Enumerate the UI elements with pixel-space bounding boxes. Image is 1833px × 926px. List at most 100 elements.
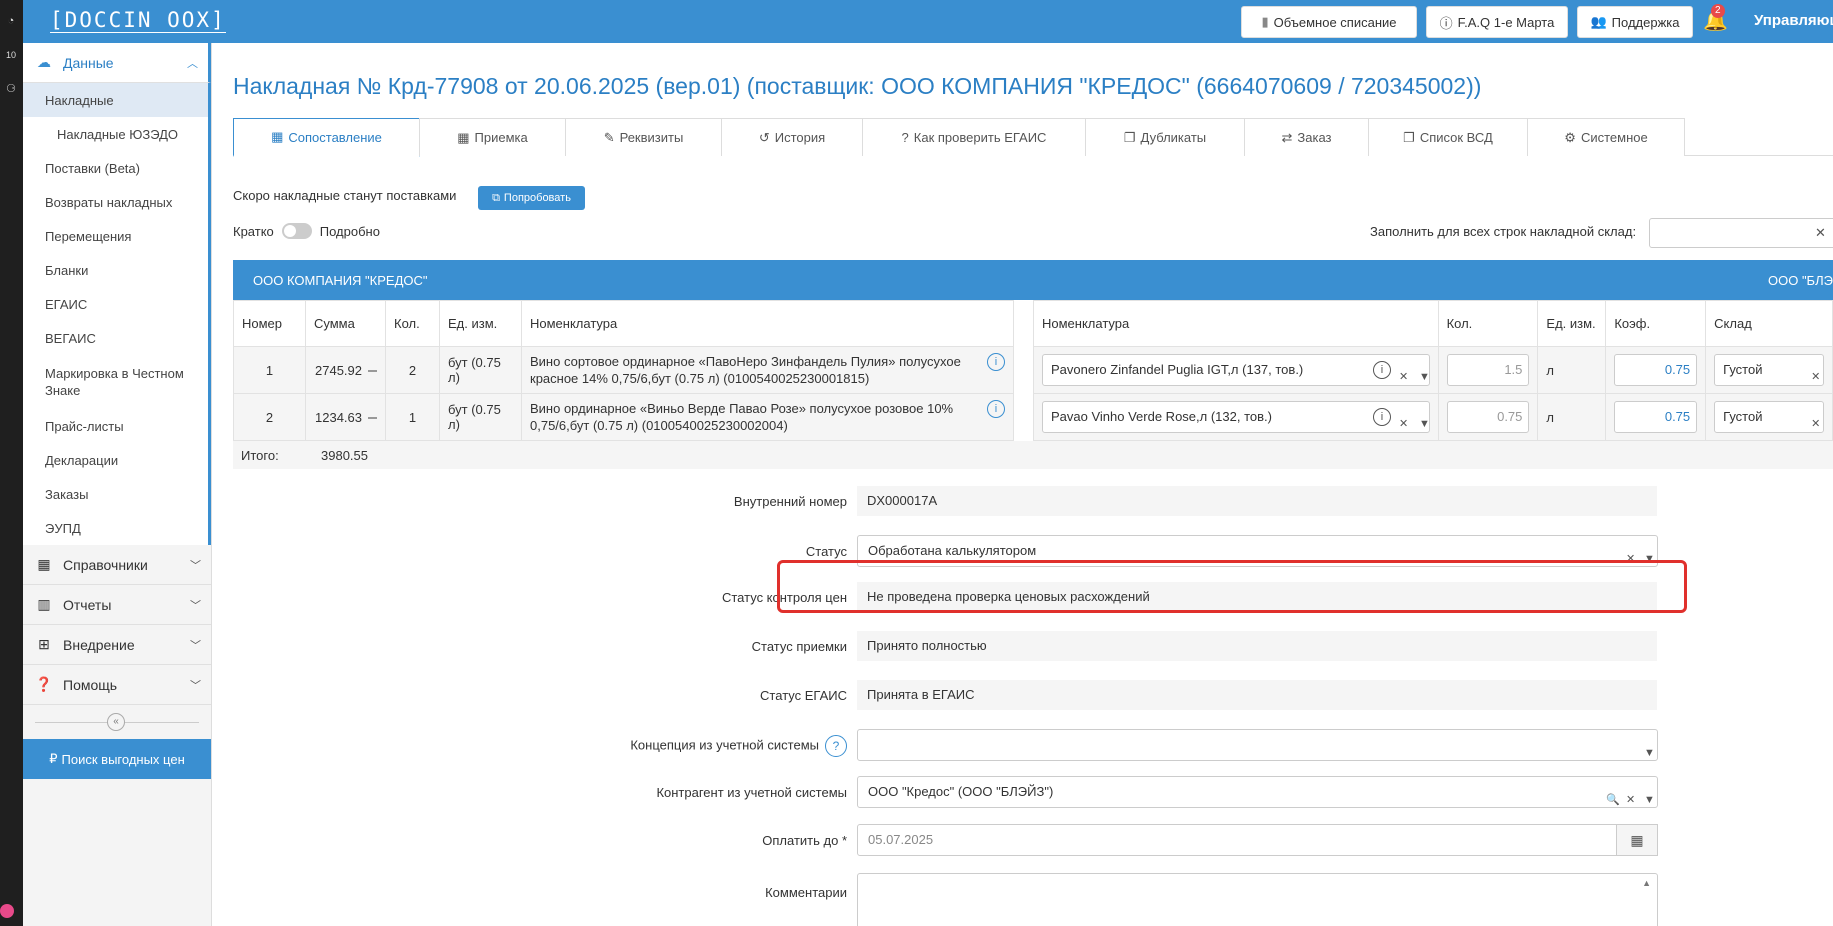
info-icon[interactable]: i bbox=[1373, 361, 1391, 379]
minus-icon[interactable] bbox=[368, 370, 377, 373]
parties-header: ООО КОМПАНИЯ "КРЕДОС" ООО "БЛЭЙЗ" bbox=[233, 260, 1833, 300]
coef-input[interactable]: 0.75 bbox=[1614, 401, 1698, 433]
dropdown-arrow-icon[interactable]: ▼ bbox=[1419, 362, 1429, 385]
clear-icon[interactable]: ✕ bbox=[1399, 409, 1408, 432]
dropdown-arrow-icon[interactable]: ▼ bbox=[1419, 409, 1429, 432]
clear-icon[interactable]: ✕ bbox=[1811, 409, 1820, 432]
external-link-icon: ⧉ bbox=[492, 191, 500, 204]
row-warehouse-cell: Густой ✕ bbox=[1705, 393, 1833, 441]
sidebar-section-references[interactable]: ▦ Справочники ﹀ bbox=[23, 545, 211, 585]
sidebar-section-data[interactable]: ☁ Данные ︿ bbox=[23, 43, 211, 83]
sidebar-item-marking[interactable]: Маркировка в Честном Знаке bbox=[23, 355, 211, 409]
row-coef-cell: 0.75 bbox=[1605, 393, 1707, 441]
dropdown-arrow-icon[interactable]: ▼ bbox=[1644, 738, 1655, 768]
question-icon[interactable]: ? bbox=[825, 735, 847, 757]
sidebar-item-invoices[interactable]: Накладные bbox=[23, 83, 211, 117]
calendar-icon[interactable]: 10 bbox=[2, 46, 20, 64]
nomenclature-select[interactable]: Pavonero Zinfandel Puglia IGT,л (137, то… bbox=[1042, 354, 1430, 386]
buyer-name: ООО "БЛЭЙЗ" bbox=[1768, 273, 1833, 288]
sidebar-item-transfers[interactable]: Перемещения bbox=[23, 219, 211, 253]
qty-input[interactable]: 0.75 bbox=[1446, 401, 1530, 433]
counterparty-select[interactable]: ООО "Кредос" (ООО "БЛЭЙЗ") 🔍 ✕ ▼ bbox=[857, 776, 1658, 808]
tab-order[interactable]: ⇄ Заказ bbox=[1244, 118, 1369, 156]
concept-select[interactable]: ▼ bbox=[857, 729, 1658, 761]
minus-icon[interactable] bbox=[368, 417, 377, 420]
sidebar-item-supplies[interactable]: Поставки (Beta) bbox=[23, 151, 211, 185]
column-header: Кол. bbox=[385, 300, 440, 347]
column-header: Склад bbox=[1705, 300, 1833, 347]
tab-matching[interactable]: ▦ Сопоставление bbox=[233, 118, 420, 157]
gauge-icon[interactable]: ◔ bbox=[2, 12, 20, 30]
tab-system[interactable]: ⚙ Системное bbox=[1527, 118, 1685, 156]
clear-icon[interactable]: ✕ bbox=[1626, 785, 1635, 815]
sidebar-item-egais[interactable]: ЕГАИС bbox=[23, 287, 211, 321]
bell-icon[interactable]: 🔔 2 bbox=[1703, 4, 1728, 34]
row-coef-cell: 0.75 bbox=[1605, 346, 1707, 394]
try-button[interactable]: ⧉ Попробовать bbox=[478, 186, 585, 210]
faq-button[interactable]: ⓘ F.A.Q 1-е Марта bbox=[1426, 6, 1568, 38]
row-nomenclature: Вино сортовое ординарное «ПавоНеро Зинфа… bbox=[521, 346, 1014, 394]
search-icon[interactable]: 🔍 bbox=[1606, 785, 1620, 815]
question-circle-icon: ? bbox=[901, 130, 909, 145]
box-icon[interactable]: ⚆ bbox=[2, 80, 20, 98]
logo[interactable]: [DOCCIN OOX] bbox=[50, 8, 226, 33]
warehouse-select[interactable]: Густой ✕ bbox=[1714, 401, 1824, 433]
sidebar-item-returns[interactable]: Возвраты накладных bbox=[23, 185, 211, 219]
bar-chart-icon: ▥ bbox=[37, 596, 51, 612]
clear-icon[interactable]: ✕ bbox=[1399, 362, 1408, 385]
chat-icon[interactable] bbox=[0, 904, 14, 918]
tab-vsd-list[interactable]: ❐ Список ВСД bbox=[1368, 118, 1528, 156]
support-button[interactable]: 👥 Поддержка bbox=[1577, 6, 1693, 38]
warehouse-select[interactable]: Густой ✕ bbox=[1714, 354, 1824, 386]
collapse-arrows-icon[interactable]: « bbox=[107, 713, 125, 731]
sidebar-item-edo-invoices[interactable]: Накладные ЮЗЭДО bbox=[23, 117, 211, 151]
info-icon[interactable]: i bbox=[987, 400, 1005, 418]
clear-icon[interactable]: ✕ bbox=[1811, 362, 1820, 385]
sidebar-section-reports[interactable]: ▥ Отчеты ﹀ bbox=[23, 585, 211, 625]
qty-input[interactable]: 1.5 bbox=[1446, 354, 1530, 386]
sidebar-section-implementation[interactable]: ⊞ Внедрение ﹀ bbox=[23, 625, 211, 665]
sidebar-item-forms[interactable]: Бланки bbox=[23, 253, 211, 287]
info-icon[interactable]: i bbox=[987, 353, 1005, 371]
tab-bar: ▦ Сопоставление ▦ Приемка ✎ Реквизиты ↺ Исто… bbox=[233, 118, 1833, 157]
sidebar-item-declarations[interactable]: Декларации bbox=[23, 443, 211, 477]
sidebar-item-vegais[interactable]: ВЕГАИС bbox=[23, 321, 211, 355]
egais-value: Принята в ЕГАИС bbox=[857, 680, 1657, 710]
table-row: Pavao Vinho Verde Rose,л (132, тов.) i ✕… bbox=[1033, 393, 1833, 441]
main-content: Накладная № Крд-77908 от 20.06.2025 (вер… bbox=[212, 43, 1833, 926]
comment-textarea[interactable]: ▲ bbox=[857, 873, 1658, 926]
fill-all-warehouse-select[interactable]: ✕ bbox=[1649, 218, 1833, 248]
tab-history[interactable]: ↺ История bbox=[721, 118, 863, 156]
nomenclature-select[interactable]: Pavao Vinho Verde Rose,л (132, тов.) i ✕… bbox=[1042, 401, 1430, 433]
scroll-up-icon[interactable]: ▲ bbox=[1642, 878, 1651, 888]
sidebar-item-price-lists[interactable]: Прайс-листы bbox=[23, 409, 211, 443]
field-label: Внутренний номер bbox=[733, 494, 847, 509]
calendar-icon[interactable]: ▦ bbox=[1616, 824, 1658, 856]
sidebar-section-help[interactable]: ❓ Помощь ﹀ bbox=[23, 665, 211, 705]
tab-acceptance[interactable]: ▦ Приемка bbox=[419, 118, 566, 156]
history-icon: ↺ bbox=[758, 129, 770, 145]
info-icon[interactable]: i bbox=[1373, 408, 1391, 426]
user-menu[interactable]: Управляющий bbox=[1754, 12, 1833, 29]
tab-requisites[interactable]: ✎ Реквизиты bbox=[565, 118, 722, 156]
pay-until-input[interactable]: 05.07.2025 bbox=[857, 824, 1617, 856]
view-mode-toggle[interactable] bbox=[281, 223, 312, 239]
field-label: Комментарии bbox=[765, 885, 847, 900]
clear-icon[interactable]: ✕ bbox=[1815, 225, 1826, 241]
sidebar-item-orders[interactable]: Заказы bbox=[23, 477, 211, 511]
tab-duplicates[interactable]: ❐ Дубликаты bbox=[1085, 118, 1245, 156]
column-header: Номенклатура bbox=[1033, 300, 1439, 347]
coef-input[interactable]: 0.75 bbox=[1614, 354, 1698, 386]
find-prices-button[interactable]: ₽ Поиск выгодных цен bbox=[23, 739, 211, 779]
row-nomenclature-cell: Pavao Vinho Verde Rose,л (132, тов.) i ✕… bbox=[1033, 393, 1439, 441]
dropdown-arrow-icon[interactable]: ▼ bbox=[1644, 785, 1655, 815]
chevron-down-icon: ﹀ bbox=[190, 600, 201, 612]
table-header-row: Номенклатура Кол. Ед. изм. Коэф. Склад bbox=[1033, 300, 1833, 347]
column-header: Ед. изм. bbox=[1537, 300, 1607, 347]
tab-egais-check[interactable]: ? Как проверить ЕГАИС bbox=[862, 118, 1086, 156]
row-number: 1 bbox=[233, 346, 306, 394]
row-unit: л bbox=[1537, 393, 1607, 441]
sidebar-item-eupd[interactable]: ЭУПД bbox=[23, 511, 211, 545]
chevron-down-icon: ﹀ bbox=[190, 680, 201, 692]
bulk-writeoff-button[interactable]: ▮ Объемное списание bbox=[1241, 6, 1417, 38]
